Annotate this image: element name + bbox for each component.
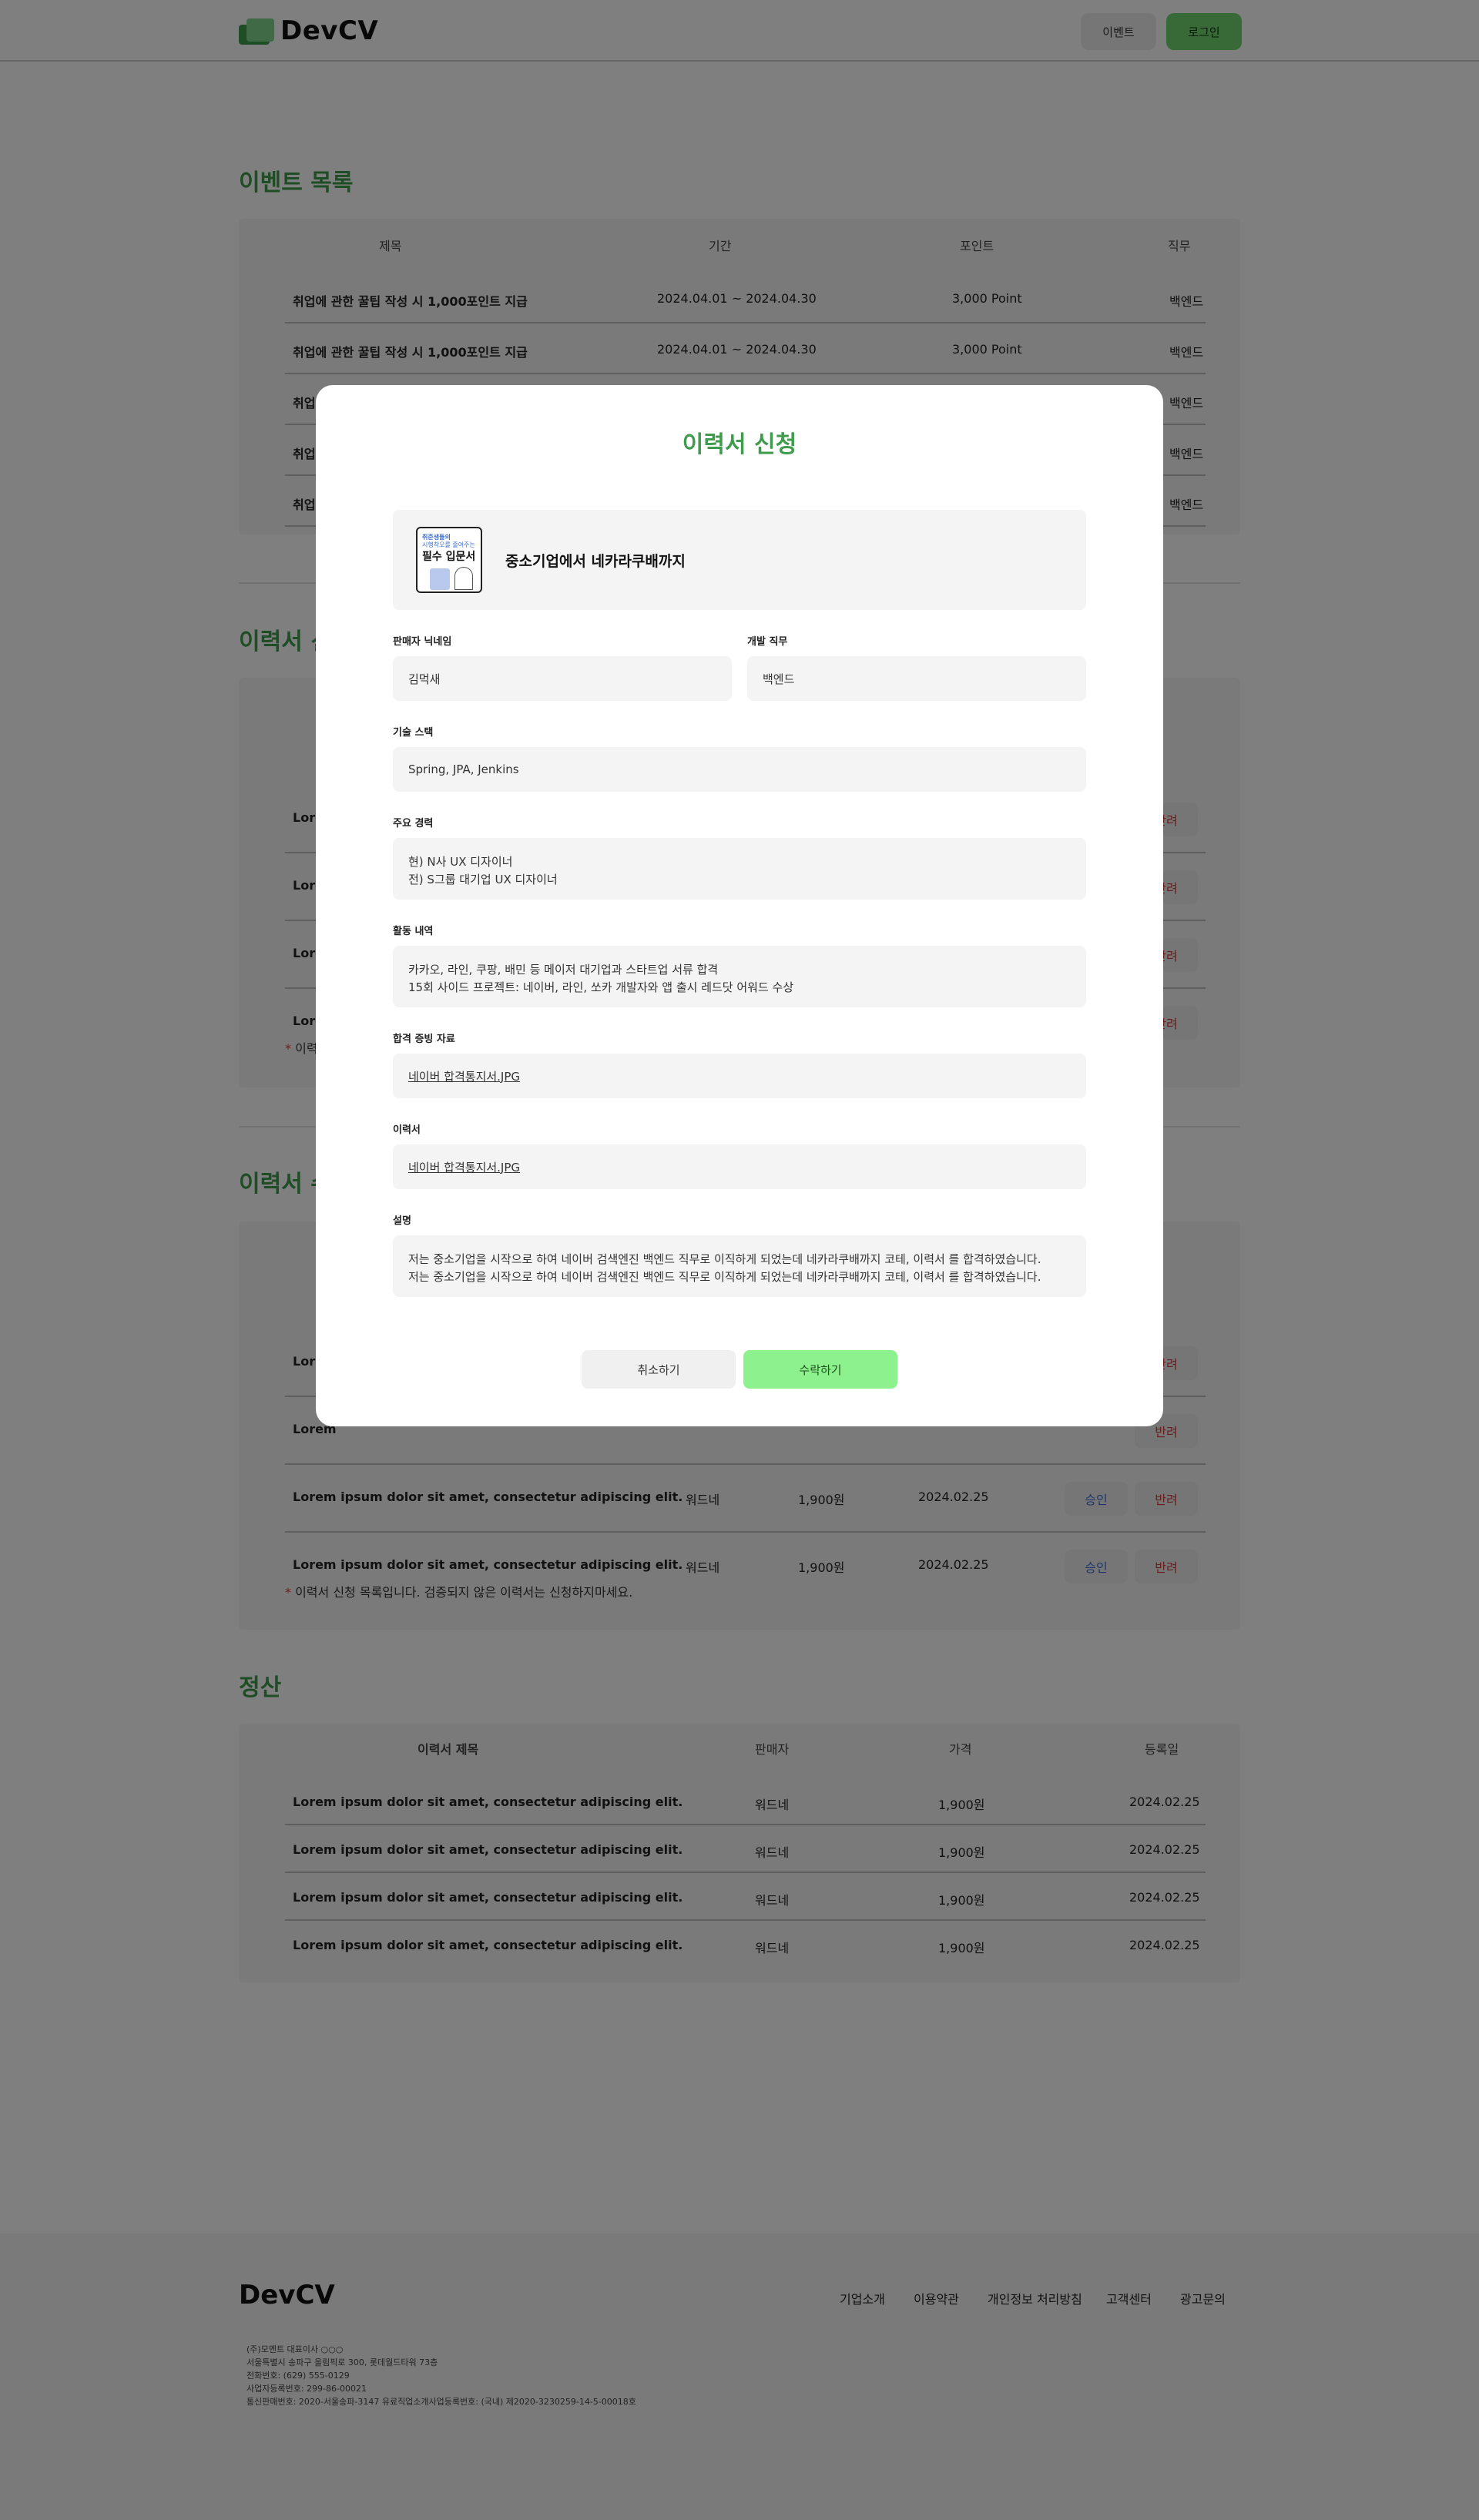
resume-label: 이력서 [393, 1124, 421, 1136]
book-card: 취준생들의 시행착오를 줄여주는 필수 입문서 중소기업에서 네카라쿠배까지 [393, 510, 1086, 610]
book-thumbnail: 취준생들의 시행착오를 줄여주는 필수 입문서 [416, 527, 482, 593]
description-line: 저는 중소기업을 시작으로 하여 네이버 검색엔진 백엔드 직무로 이직하게 되… [408, 1270, 1041, 1284]
stack-value: Spring, JPA, Jenkins [408, 762, 519, 776]
book-title: 중소기업에서 네카라쿠배까지 [505, 553, 686, 570]
activity-label: 활동 내역 [393, 926, 434, 937]
career-line: 현) N사 UX 디자이너 [408, 855, 513, 869]
accept-button[interactable]: 수락하기 [743, 1350, 897, 1389]
seller-label: 판매자 닉네임 [393, 636, 452, 648]
career-label: 주요 경력 [393, 818, 434, 829]
modal-title: 이력서 신청 [682, 431, 797, 458]
resume-field[interactable]: 네이버 합격통지서.JPG [393, 1144, 1086, 1189]
resume-file-link[interactable]: 네이버 합격통지서.JPG [408, 1159, 520, 1175]
proof-field[interactable]: 네이버 합격통지서.JPG [393, 1054, 1086, 1098]
thumb-line: 필수 입문서 [422, 551, 476, 563]
description-label: 설명 [393, 1215, 411, 1227]
activity-line: 15회 사이드 프로젝트: 네이버, 라인, 쏘카 개발자와 앱 출시 레드닷 … [408, 980, 794, 994]
description-line: 저는 중소기업을 시작으로 하여 네이버 검색엔진 백엔드 직무로 이직하게 되… [408, 1252, 1041, 1266]
job-field[interactable]: 백엔드 [747, 656, 1086, 701]
career-line: 전) S그룹 대기업 UX 디자이너 [408, 873, 558, 886]
seller-value: 김먹새 [408, 672, 441, 686]
career-field[interactable]: 현) N사 UX 디자이너 전) S그룹 대기업 UX 디자이너 [393, 838, 1086, 900]
proof-label: 합격 증빙 자료 [393, 1034, 455, 1045]
person-illustration [454, 567, 473, 590]
stack-label: 기술 스택 [393, 727, 434, 739]
seller-field[interactable]: 김먹새 [393, 656, 732, 701]
book-illustration [430, 568, 450, 590]
activity-field[interactable]: 카카오, 라인, 쿠팡, 배민 등 메이저 대기업과 스타트업 서류 합격 15… [393, 946, 1086, 1007]
resume-request-modal: 이력서 신청 취준생들의 시행착오를 줄여주는 필수 입문서 중소기업에서 네카… [316, 385, 1163, 1426]
activity-line: 카카오, 라인, 쿠팡, 배민 등 메이저 대기업과 스타트업 서류 합격 [408, 963, 719, 977]
proof-file-link[interactable]: 네이버 합격통지서.JPG [408, 1068, 520, 1084]
stack-field[interactable]: Spring, JPA, Jenkins [393, 747, 1086, 792]
job-value: 백엔드 [763, 672, 795, 686]
job-label: 개발 직무 [747, 636, 788, 648]
description-field[interactable]: 저는 중소기업을 시작으로 하여 네이버 검색엔진 백엔드 직무로 이직하게 되… [393, 1235, 1086, 1297]
cancel-button[interactable]: 취소하기 [582, 1350, 736, 1389]
